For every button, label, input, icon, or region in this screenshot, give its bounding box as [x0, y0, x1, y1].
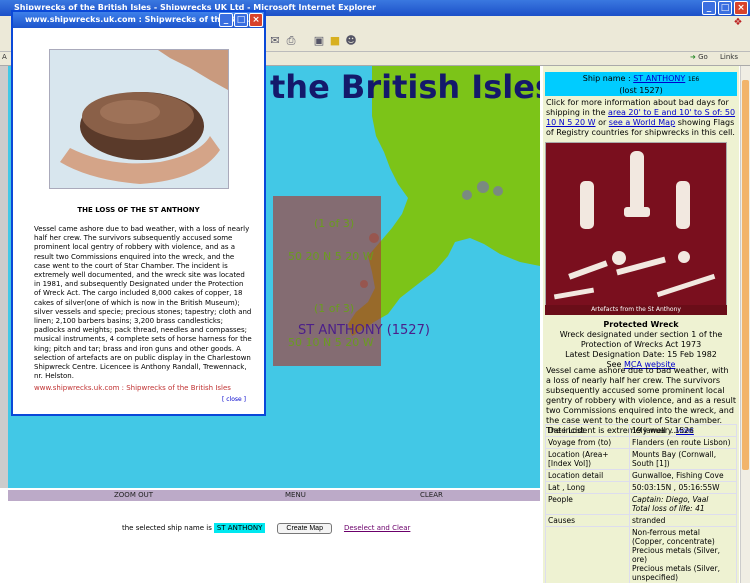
selected-ship-value: ST ANTHONY — [213, 523, 266, 533]
go-button[interactable]: ➜ Go — [690, 53, 708, 61]
ship-code: 1E6 — [687, 76, 700, 83]
scroll-thumb[interactable] — [742, 80, 749, 470]
wreck-marker — [477, 181, 489, 193]
ship-info-panel: Ship name : ST ANTHONY 1E6 (lost 1527) C… — [543, 66, 739, 583]
popup-caption: THE LOSS OF THE ST ANTHONY — [77, 206, 200, 214]
field-label: People — [545, 493, 630, 515]
popup-footer[interactable]: www.shipwrecks.uk.com : Shipwrecks of th… — [34, 384, 231, 392]
field-value: stranded — [629, 514, 737, 527]
field-label: Voyage from (to) — [545, 436, 630, 449]
popup-close-link[interactable]: [ close ] — [222, 396, 246, 403]
create-map-button[interactable]: Create Map — [277, 522, 332, 534]
artefacts-caption: Artefacts from the St Anthony — [545, 305, 727, 315]
deselect-clear-link[interactable]: Deselect and Clear — [344, 524, 410, 532]
silver-cake-photo — [49, 49, 229, 189]
ship-name-box: Ship name : ST ANTHONY 1E6 (lost 1527) — [545, 72, 737, 96]
captain-text: Captain: Diego, Vaal — [632, 495, 709, 504]
grid-cell-coord: 50 20 N 5 20 W — [288, 250, 374, 263]
zoom-out-button[interactable]: ZOOM OUT — [114, 491, 153, 499]
selection-prefix: the selected ship name is — [122, 524, 212, 532]
messenger-icon[interactable]: ☻ — [344, 34, 358, 48]
go-arrow-icon: ➜ — [690, 53, 696, 61]
address-label: A — [2, 53, 7, 61]
protected-act: Wreck designated under section 1 of the … — [559, 330, 723, 349]
field-value: 50:03:15N , 05:16:55W — [629, 481, 737, 494]
ship-name-label: Ship name : — [582, 74, 631, 83]
popup-window: www.shipwrecks.uk.com : Shipwrecks of th… — [11, 10, 266, 416]
field-value: Flanders (en route Lisbon) — [629, 436, 737, 449]
clear-button[interactable]: CLEAR — [420, 491, 443, 499]
table-row: People Captain: Diego, Vaal Total loss of … — [545, 493, 737, 515]
loss-of-life-text: Total loss of life: 41 — [632, 504, 705, 513]
selection-row: the selected ship name is ST ANTHONY Cre… — [122, 521, 410, 535]
artefacts-photo — [545, 142, 727, 315]
window-controls: _ □ × — [702, 1, 748, 15]
ship-lost-year: (lost 1527) — [619, 86, 663, 95]
wreck-marker — [462, 190, 472, 200]
bad-days-info: Click for more information about bad day… — [546, 98, 736, 138]
protected-heading: Protected Wreck — [603, 320, 679, 329]
folder-icon[interactable]: ■ — [328, 34, 342, 48]
menu-button[interactable]: MENU — [285, 491, 306, 499]
close-icon[interactable]: × — [734, 1, 748, 15]
table-row: Lat , Long 50:03:15N , 05:16:55W — [545, 481, 737, 494]
ship-name-link[interactable]: ST ANTHONY — [633, 74, 685, 83]
edit-icon[interactable]: ▣ — [312, 34, 326, 48]
links-label[interactable]: Links — [720, 53, 738, 61]
popup-text: Vessel came ashore due to bad weather, w… — [34, 225, 252, 381]
mail-icon[interactable]: ✉ — [268, 34, 282, 48]
map-title: the British Isles — [270, 68, 540, 106]
field-value: Captain: Diego, Vaal Total loss of life: … — [629, 493, 737, 515]
field-value: Gunwalloe, Fishing Cove — [629, 469, 737, 482]
page-scrollbar[interactable] — [740, 66, 750, 583]
silver-cake-illustration — [60, 50, 228, 184]
world-map-link[interactable]: see a World Map — [609, 118, 675, 127]
ship-map-label[interactable]: ST ANTHONY (1527) — [298, 323, 430, 338]
maximize-icon[interactable]: □ — [234, 13, 248, 27]
wreck-marker — [493, 186, 503, 196]
minimize-icon[interactable]: _ — [702, 1, 716, 15]
field-label: Causes — [545, 514, 630, 527]
popup-controls: _ □ × — [219, 13, 263, 27]
ship-details-table: Date Lost 19 January 1526 Voyage from (to… — [545, 424, 737, 583]
grid-cell-label: (1 of 3) — [314, 217, 355, 230]
field-label — [545, 526, 630, 583]
windows-logo-icon: ❖ — [733, 17, 743, 28]
table-row: Date Lost 19 January 1526 — [545, 424, 737, 437]
field-label: Location detail — [545, 469, 630, 482]
or-text: or — [598, 118, 607, 127]
field-label: Location (Area+ [Index Vol]) — [545, 448, 630, 470]
field-label: Lat , Long — [545, 481, 630, 494]
field-value: Mounts Bay (Cornwall, South [1]) — [629, 448, 737, 470]
close-icon[interactable]: × — [249, 13, 263, 27]
minimize-icon[interactable]: _ — [219, 13, 233, 27]
popup-titlebar[interactable]: www.shipwrecks.uk.com : Shipwrecks of th… — [13, 12, 264, 28]
grid-cell-label: (1 of 3) — [314, 302, 355, 315]
maximize-icon[interactable]: □ — [718, 1, 732, 15]
field-value: Non-ferrous metal (Copper, concentrate) … — [629, 526, 737, 583]
table-row: Location detail Gunwalloe, Fishing Cove — [545, 469, 737, 482]
field-label: Date Lost — [545, 424, 630, 437]
print-icon[interactable]: ⎙ — [284, 34, 298, 48]
go-label: Go — [698, 53, 708, 61]
map-nav-bar: ZOOM OUT MENU CLEAR — [8, 490, 540, 501]
field-value: 19 January 1526 — [629, 424, 737, 437]
designation-date: Latest Designation Date: 15 Feb 1982 — [565, 350, 717, 359]
table-row: Voyage from (to) Flanders (en route Lisbo… — [545, 436, 737, 449]
table-row: Non-ferrous metal (Copper, concentrate) … — [545, 526, 737, 583]
table-row: Causes stranded — [545, 514, 737, 527]
protected-wreck-info: Protected Wreck Wreck designated under s… — [545, 320, 737, 370]
table-row: Location (Area+ [Index Vol]) Mounts Bay (… — [545, 448, 737, 470]
